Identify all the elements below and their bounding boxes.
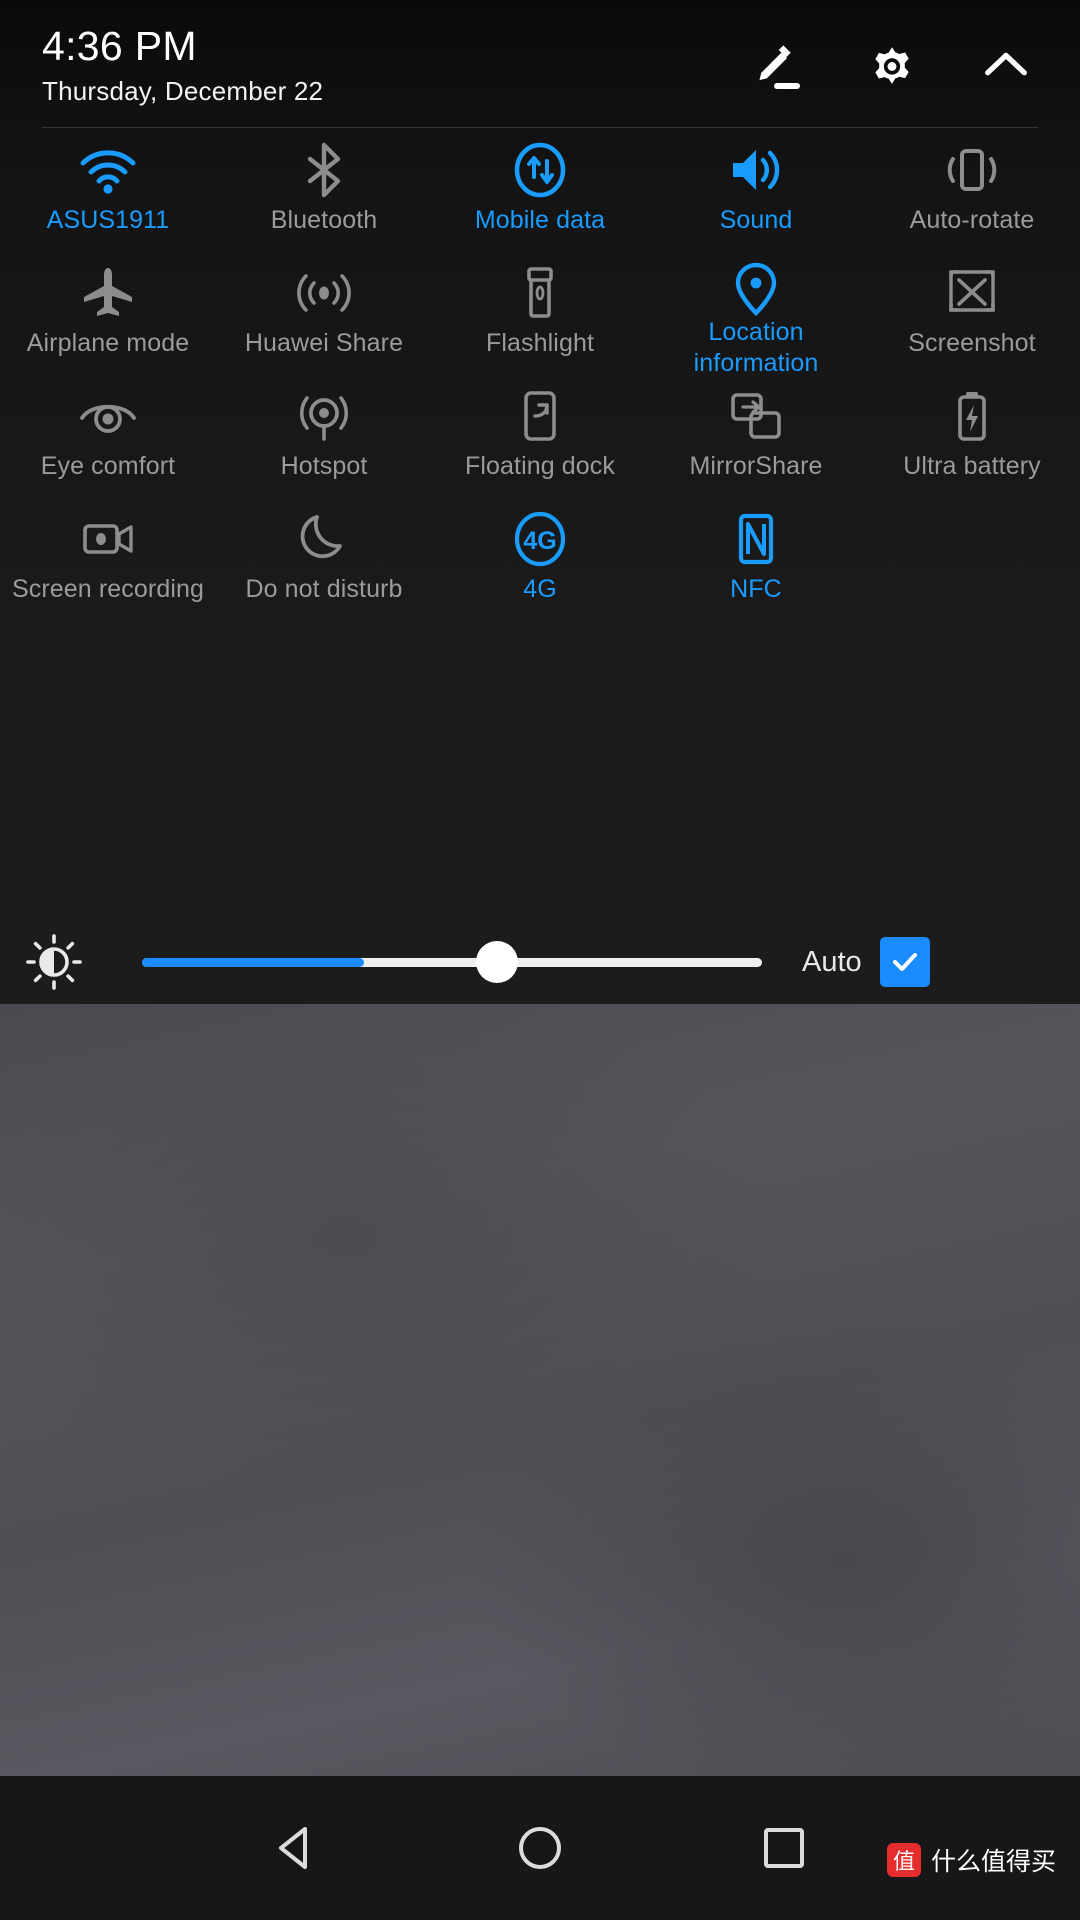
header-icon-group [752, 40, 1032, 92]
do-not-disturb-icon [293, 502, 355, 576]
mirror-share-icon [725, 379, 787, 453]
tile-location-information[interactable]: Location information [648, 256, 864, 379]
tile-row: ASUS1911 Bluetooth Mobile data Sound Aut… [0, 133, 1080, 256]
tile-row: Eye comfort Hotspot Floating dock Mirror… [0, 379, 1080, 502]
checkmark-icon [892, 953, 917, 971]
auto-brightness-toggle[interactable]: Auto [802, 937, 930, 987]
tile-label: NFC [730, 575, 782, 603]
tile-label: Huawei Share [244, 329, 404, 357]
airplane-icon [77, 256, 139, 330]
wifi-icon [77, 133, 139, 207]
tile-label: Bluetooth [270, 206, 378, 234]
watermark-text: 什么值得买 [930, 1847, 1056, 1876]
tile-label: Sound [719, 206, 793, 234]
tile-label: Auto-rotate [909, 206, 1035, 234]
tile-airplane-mode[interactable]: Airplane mode [0, 256, 216, 379]
home-circle-icon[interactable] [502, 1810, 578, 1886]
clock-time: 4:36 PM [42, 23, 197, 69]
tile-label: Do not disturb [245, 575, 403, 603]
tile-label: ASUS1911 [46, 206, 170, 234]
slider-fill [142, 957, 364, 967]
back-triangle-icon[interactable] [258, 1810, 334, 1886]
tile-ultra-battery[interactable]: Ultra battery [864, 379, 1080, 502]
eye-comfort-icon [77, 379, 139, 453]
tile-label: Mobile data [474, 206, 606, 234]
phone-screen: 4:36 PM Thursday, December 22 ASUS1911 B… [0, 0, 1080, 1920]
tile-label: Screenshot [908, 329, 1036, 357]
tile-label: MirrorShare [689, 452, 823, 480]
screenshot-icon [941, 256, 1003, 330]
brightness-slider[interactable] [108, 941, 762, 983]
auto-brightness-checkbox[interactable] [879, 937, 930, 987]
four-g-icon: 4G [509, 502, 571, 576]
tile-floating-dock[interactable]: Floating dock [432, 379, 648, 502]
tile-nfc[interactable]: NFC [648, 502, 864, 625]
tile-label: 4G [523, 575, 557, 603]
bluetooth-icon [293, 133, 355, 207]
tile-label: Screen recording [12, 575, 204, 603]
site-watermark: 值 什么值得买 [886, 1842, 1056, 1878]
collapse-chevron-up-icon[interactable] [980, 40, 1032, 92]
recents-square-icon[interactable] [746, 1810, 822, 1886]
tile-sound[interactable]: Sound [648, 133, 864, 256]
quick-settings-panel: 4:36 PM Thursday, December 22 ASUS1911 B… [0, 0, 1080, 1004]
tile-label: Ultra battery [903, 452, 1041, 480]
tile-label: Location information [693, 318, 819, 377]
tile-wifi[interactable]: ASUS1911 [0, 133, 216, 256]
tile-label: Flashlight [486, 329, 594, 357]
sound-icon [725, 133, 787, 207]
header-divider [42, 127, 1038, 128]
quick-settings-grid: ASUS1911 Bluetooth Mobile data Sound Aut… [0, 133, 1080, 625]
auto-rotate-icon [941, 133, 1003, 207]
nfc-icon [725, 502, 787, 576]
brightness-icon [0, 932, 108, 992]
tile-label: Floating dock [465, 452, 615, 480]
edit-icon[interactable] [752, 40, 804, 92]
floating-dock-icon [509, 379, 571, 453]
clock-date: Thursday, December 22 [42, 76, 324, 106]
wallpaper-area [0, 1004, 1080, 1776]
quick-settings-header: 4:36 PM Thursday, December 22 [0, 0, 1080, 128]
screen-record-icon [77, 502, 139, 576]
tile-label: Airplane mode [26, 329, 190, 357]
settings-gear-icon[interactable] [866, 40, 918, 92]
tile-eye-comfort[interactable]: Eye comfort [0, 379, 216, 502]
hotspot-icon [293, 379, 355, 453]
mobile-data-icon [509, 133, 571, 207]
tile-bluetooth[interactable]: Bluetooth [216, 133, 432, 256]
tile-row: Airplane mode Huawei Share Flashlight Lo… [0, 256, 1080, 379]
tile-screen-recording[interactable]: Screen recording [0, 502, 216, 625]
tile-mirrorshare[interactable]: MirrorShare [648, 379, 864, 502]
ultra-battery-icon [941, 379, 1003, 453]
tile-hotspot[interactable]: Hotspot [216, 379, 432, 502]
tile-flashlight[interactable]: Flashlight [432, 256, 648, 379]
slider-knob[interactable] [476, 941, 518, 983]
tile-huawei-share[interactable]: Huawei Share [216, 256, 432, 379]
auto-brightness-label: Auto [802, 945, 862, 978]
watermark-badge: 值 [886, 1843, 921, 1877]
tile-do-not-disturb[interactable]: Do not disturb [216, 502, 432, 625]
clock-block: 4:36 PM Thursday, December 22 [42, 22, 323, 108]
tile-label: Eye comfort [40, 452, 176, 480]
tile-label: Hotspot [280, 452, 368, 480]
svg-text:4G: 4G [523, 527, 556, 555]
location-pin-icon [725, 256, 787, 319]
tile-row: Screen recording Do not disturb 4G 4G NF… [0, 502, 1080, 625]
brightness-row: Auto [0, 920, 1080, 1004]
huawei-share-icon [293, 256, 355, 330]
tile-screenshot[interactable]: Screenshot [864, 256, 1080, 379]
tile-4g[interactable]: 4G 4G [432, 502, 648, 625]
tile-auto-rotate[interactable]: Auto-rotate [864, 133, 1080, 256]
tile-mobile-data[interactable]: Mobile data [432, 133, 648, 256]
flashlight-icon [509, 256, 571, 330]
